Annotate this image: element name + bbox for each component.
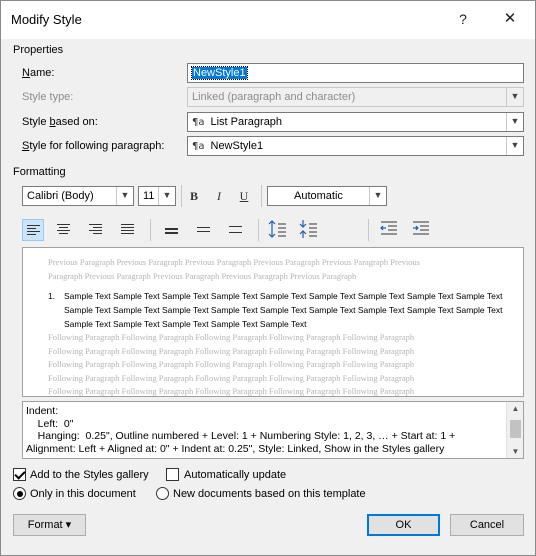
one-half-spacing-button[interactable] (193, 219, 215, 241)
style-type-value: Linked (paragraph and character) (192, 91, 356, 103)
justify-icon (121, 224, 134, 236)
increase-paragraph-spacing-icon (268, 220, 286, 238)
font-select[interactable]: Calibri (Body) ▼ (22, 186, 134, 206)
style-type-label: Style type: (22, 91, 74, 103)
increase-indent-button[interactable] (411, 219, 433, 241)
paragraph-style-icon: ¶a (192, 141, 205, 152)
name-value: NewStyle1 (191, 66, 248, 80)
chevron-down-icon[interactable]: ▼ (506, 137, 523, 155)
add-to-gallery-label: Add to the Styles gallery (30, 469, 149, 481)
modify-style-dialog: Modify Style ? ✕ Properties Name: NewSty… (0, 0, 536, 556)
style-type-select: Linked (paragraph and character) ▼ (187, 87, 524, 107)
cancel-button[interactable]: Cancel (450, 514, 524, 536)
style-preview: Previous Paragraph Previous Paragraph Pr… (22, 247, 524, 397)
add-to-gallery-checkbox[interactable] (13, 468, 26, 481)
new-documents-radio[interactable] (156, 487, 169, 500)
font-color-value: Automatic (294, 190, 343, 202)
format-button[interactable]: Format ▾ (13, 514, 86, 536)
following-select[interactable]: ¶a NewStyle1 ▼ (187, 136, 524, 156)
following-value: NewStyle1 (210, 140, 264, 152)
scroll-thumb[interactable] (510, 420, 521, 438)
chevron-down-icon[interactable]: ▼ (116, 187, 133, 205)
align-right-button[interactable] (85, 219, 107, 241)
decrease-indent-icon (380, 221, 397, 235)
decrease-indent-button[interactable] (379, 219, 401, 241)
font-value: Calibri (Body) (27, 190, 94, 202)
decrease-paragraph-spacing-icon (299, 220, 317, 238)
based-on-select[interactable]: ¶a List Paragraph ▼ (187, 112, 524, 132)
separator (150, 219, 151, 241)
properties-heading: Properties (13, 44, 64, 56)
separator (261, 185, 262, 207)
following-paragraph-text: Following Paragraph Following Paragraph … (48, 332, 415, 396)
style-description[interactable]: Indent: Left: 0" Hanging: 0.25", Outline… (22, 401, 524, 459)
based-on-label: Style based on: (22, 116, 98, 128)
align-left-icon (27, 225, 40, 237)
increase-spacing-button[interactable] (268, 219, 290, 241)
help-icon[interactable]: ? (449, 7, 477, 31)
name-label: Name: (22, 67, 55, 79)
list-number: 1. (48, 291, 56, 301)
single-spacing-button[interactable] (161, 219, 183, 241)
separator (258, 219, 259, 241)
double-spacing-button[interactable] (225, 219, 247, 241)
formatting-heading: Formatting (13, 166, 66, 178)
italic-button[interactable]: I (208, 185, 230, 207)
close-icon[interactable]: ✕ (496, 7, 524, 31)
auto-update-label: Automatically update (184, 469, 287, 481)
only-this-document-label: Only in this document (30, 488, 136, 500)
single-spacing-icon (165, 228, 178, 236)
following-label: Style for following paragraph: (22, 140, 165, 152)
chevron-down-icon[interactable]: ▼ (369, 187, 386, 205)
title-bar: Modify Style ? ✕ (1, 1, 535, 39)
underline-button[interactable]: U (233, 185, 255, 207)
sample-text: Sample Text Sample Text Sample Text Samp… (64, 291, 503, 329)
font-size-select[interactable]: 11 ▼ (138, 186, 176, 206)
chevron-down-icon[interactable]: ▼ (158, 187, 175, 205)
dialog-title: Modify Style (11, 12, 82, 27)
justify-button[interactable] (117, 219, 139, 241)
decrease-spacing-button[interactable] (299, 219, 321, 241)
separator (181, 185, 182, 207)
scroll-down-icon[interactable]: ▼ (507, 447, 523, 456)
one-half-spacing-icon (197, 227, 210, 235)
align-center-icon (57, 224, 70, 236)
based-on-value: List Paragraph (210, 116, 283, 128)
increase-indent-icon (413, 221, 429, 235)
align-center-button[interactable] (53, 219, 75, 241)
font-color-select[interactable]: Automatic ▼ (267, 186, 387, 206)
align-right-icon (89, 224, 102, 236)
font-size-value: 11 (143, 190, 155, 202)
only-this-document-radio[interactable] (13, 487, 26, 500)
separator (368, 219, 369, 241)
previous-paragraph-text: Previous Paragraph Previous Paragraph Pr… (48, 257, 421, 281)
double-spacing-icon (229, 226, 242, 235)
chevron-down-icon[interactable]: ▼ (506, 113, 523, 131)
new-documents-label: New documents based on this template (173, 488, 366, 500)
align-left-button[interactable] (22, 219, 44, 241)
auto-update-checkbox[interactable] (166, 468, 179, 481)
bold-button[interactable]: B (183, 185, 205, 207)
paragraph-style-icon: ¶a (192, 117, 205, 128)
chevron-down-icon: ▼ (506, 88, 523, 106)
description-text: Indent: Left: 0" Hanging: 0.25", Outline… (26, 405, 456, 455)
ok-button[interactable]: OK (367, 514, 440, 536)
description-scrollbar[interactable]: ▲ ▼ (506, 402, 523, 458)
scroll-up-icon[interactable]: ▲ (507, 404, 523, 413)
name-field[interactable]: NewStyle1 (187, 63, 524, 83)
